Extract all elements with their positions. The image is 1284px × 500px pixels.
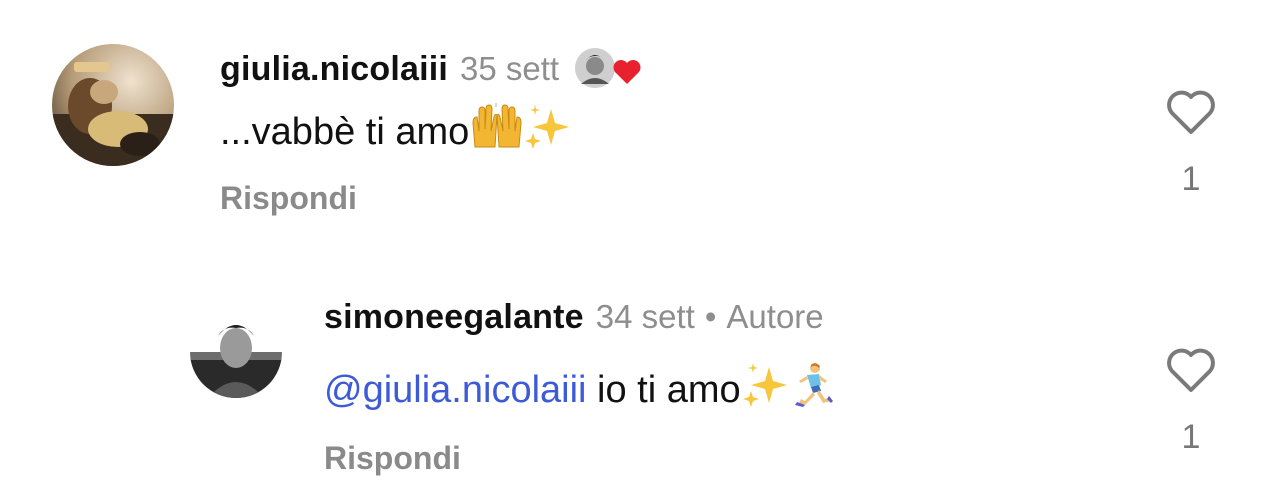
heart-badge-icon xyxy=(613,60,641,84)
running-man-emoji xyxy=(789,361,835,419)
raising-hands-emoji xyxy=(469,100,523,161)
liked-by-author-badge xyxy=(573,46,645,90)
sparkles-emoji xyxy=(523,103,571,161)
avatar-photo xyxy=(190,306,282,398)
reply-button[interactable]: Rispondi xyxy=(220,180,357,217)
like-count: 1 xyxy=(1181,418,1201,456)
comment-timestamp: 34 sett xyxy=(595,298,695,335)
comment-username[interactable]: simoneegalante xyxy=(324,298,584,337)
mention-link[interactable]: @giulia.nicolaiii xyxy=(324,369,586,412)
comment-username[interactable]: giulia.nicolaiii xyxy=(220,50,448,89)
avatar[interactable] xyxy=(52,44,174,166)
comment-text-body: ...vabbè ti amo xyxy=(220,110,470,153)
comment-text: @giulia.nicolaiii io ti amo xyxy=(324,363,835,414)
reply-comment-item: simoneegalante 34 sett • Autore @giulia.… xyxy=(0,250,1284,500)
comment-item: giulia.nicolaiii 35 sett ...vabbè ti amo xyxy=(0,0,1284,250)
comment-header: giulia.nicolaiii 35 sett xyxy=(220,36,645,89)
comment-text-body: io ti amo xyxy=(586,368,741,411)
sparkles-emoji xyxy=(741,361,789,419)
heart-icon[interactable] xyxy=(1165,88,1217,141)
separator-dot: • xyxy=(704,298,717,335)
author-label: Autore xyxy=(726,298,824,335)
comment-timestamp: 35 sett xyxy=(460,50,560,87)
comment-text: ...vabbè ti amo xyxy=(220,100,571,156)
avatar[interactable] xyxy=(190,306,282,398)
heart-icon[interactable] xyxy=(1165,346,1217,399)
reply-button[interactable]: Rispondi xyxy=(324,440,461,477)
avatar-photo xyxy=(52,44,174,166)
like-count: 1 xyxy=(1181,160,1201,198)
comment-header: simoneegalante 34 sett • Autore xyxy=(324,298,824,337)
